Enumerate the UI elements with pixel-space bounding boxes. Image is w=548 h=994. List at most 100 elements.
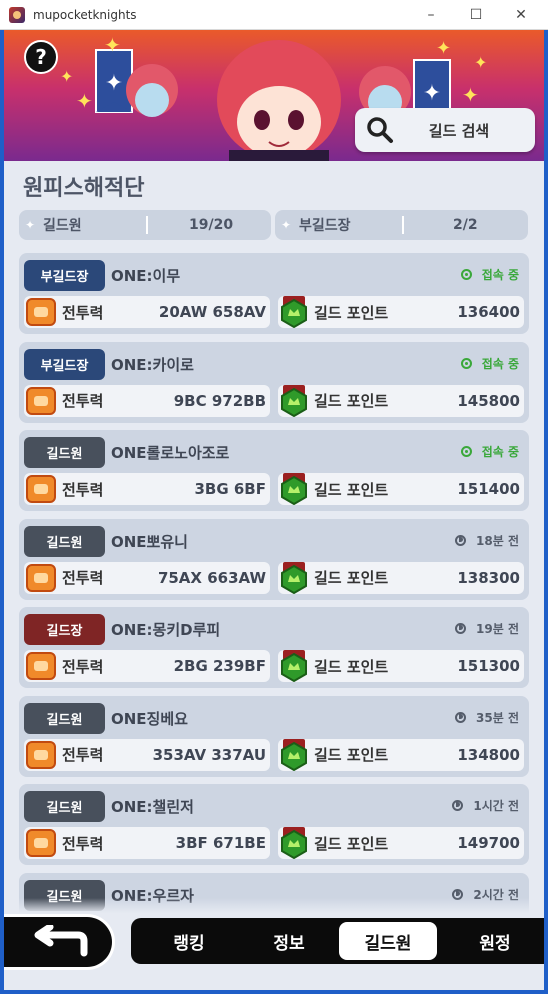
- window-title: mupocketknights: [33, 7, 137, 22]
- member-name: ONE:몽키D루피: [111, 621, 221, 639]
- tab-members[interactable]: 길드원: [339, 922, 437, 960]
- last-seen-icon: [455, 711, 467, 723]
- member-card[interactable]: 부길드장 ONE:이무 접속 중 전투력 20AW 658AV 길드 포인트 136400: [19, 253, 529, 334]
- svg-text:✦: ✦: [76, 89, 93, 113]
- back-button[interactable]: [4, 914, 115, 970]
- guild-points-cell: 길드 포인트 151400: [278, 473, 524, 505]
- combat-power-label: 전투력: [62, 657, 104, 676]
- combat-power-value: 353AV 337AU: [152, 745, 266, 764]
- member-status: 18분 전: [455, 532, 519, 549]
- member-list[interactable]: 부길드장 ONE:이무 접속 중 전투력 20AW 658AV 길드 포인트 136400 부…: [19, 253, 529, 920]
- member-role-badge: 길드원: [24, 702, 105, 734]
- member-status-text: 접속 중: [481, 445, 519, 459]
- guild-points-label: 길드 포인트: [314, 746, 389, 764]
- maximize-button[interactable]: ☐: [453, 0, 499, 30]
- member-status: 접속 중: [460, 266, 519, 283]
- guild-search-label: 길드 검색: [428, 121, 490, 140]
- vice-count-box: ✦ 부길드장 2/2: [275, 210, 528, 240]
- guild-crest-icon: [281, 296, 307, 328]
- guild-points-label: 길드 포인트: [314, 392, 389, 410]
- member-name: ONE:이무: [111, 267, 181, 285]
- member-card[interactable]: 길드원 ONE뽀유니 18분 전 전투력 75AX 663AW 길드 포인트 138300: [19, 518, 529, 600]
- tab-info[interactable]: 정보: [240, 922, 338, 960]
- combat-power-cell: 전투력 3BG 6BF: [24, 473, 270, 505]
- magnifier-icon: [367, 117, 393, 143]
- fist-icon: [26, 829, 56, 857]
- combat-power-label: 전투력: [62, 303, 104, 322]
- app-icon: [9, 6, 25, 23]
- back-arrow-icon: [34, 925, 88, 957]
- member-name: ONE롤로노아조로: [111, 444, 230, 462]
- guild-points-value: 138300: [457, 568, 520, 587]
- member-status: 접속 중: [460, 355, 519, 372]
- combat-power-value: 3BG 6BF: [194, 480, 266, 498]
- guild-name: 원피스해적단: [23, 176, 145, 201]
- combat-power-value: 2BG 239BF: [173, 657, 266, 675]
- member-status-text: 18분 전: [476, 533, 519, 548]
- guild-banner: ✦ ✦ ✦ ✦ ✦ ✦ ✦ ✦ ? 길드 검색: [4, 30, 544, 161]
- fist-icon: [26, 475, 56, 503]
- close-button[interactable]: ✕: [498, 0, 544, 30]
- guild-crest-icon: [281, 650, 307, 682]
- combat-power-cell: 전투력 3BF 671BE: [24, 827, 270, 859]
- member-card[interactable]: 길드장 ONE:몽키D루피 19분 전 전투력 2BG 239BF 길드 포인트 15130…: [19, 607, 529, 688]
- vice-count-value: 2/2: [453, 217, 478, 233]
- member-count-label: 길드원: [43, 218, 82, 234]
- tab-expedition[interactable]: 원정: [446, 922, 544, 960]
- guild-points-value: 149700: [457, 834, 520, 852]
- member-status-text: 접속 중: [481, 268, 519, 282]
- fist-icon: [26, 386, 56, 415]
- game-screen: ✦ ✦ ✦ ✦ ✦ ✦ ✦ ✦ ? 길드 검색 원피스해적단 ✦ 길드원 19/…: [4, 30, 544, 990]
- member-card[interactable]: 길드원 ONE롤로노아조로 접속 중전투력 3BG 6BF 길드 포인트 151400: [19, 430, 529, 511]
- window-titlebar: mupocketknights – ☐ ✕: [0, 0, 548, 30]
- member-name: ONE:카이로: [111, 355, 194, 374]
- svg-text:✦: ✦: [436, 38, 451, 59]
- fist-icon: [26, 563, 56, 592]
- tab-ranking[interactable]: 랭킹: [140, 922, 238, 960]
- guild-points-value: 145800: [457, 391, 520, 410]
- member-role-badge: 부길드장: [24, 260, 105, 291]
- member-status: 1시간 전: [452, 797, 519, 814]
- member-status: 35분 전: [455, 709, 519, 726]
- help-button[interactable]: ?: [24, 40, 58, 74]
- member-role-badge: 길드원: [24, 437, 105, 468]
- star-icon: ✦: [25, 218, 36, 232]
- guild-points-label: 길드 포인트: [314, 834, 389, 853]
- combat-power-label: 전투력: [62, 480, 104, 499]
- guild-points-value: 136400: [457, 303, 520, 321]
- member-name: ONE징베요: [111, 709, 188, 728]
- svg-text:✦: ✦: [104, 33, 121, 57]
- star-icon: ✦: [281, 218, 292, 232]
- svg-text:✦: ✦: [60, 67, 73, 86]
- guild-points-value: 151300: [457, 657, 520, 675]
- online-status-icon: [460, 357, 472, 369]
- minimize-button[interactable]: –: [408, 0, 454, 30]
- guild-points-label: 길드 포인트: [314, 480, 389, 499]
- last-seen-icon: [455, 534, 467, 546]
- combat-power-cell: 전투력 20AW 658AV: [24, 296, 270, 328]
- combat-power-label: 전투력: [62, 392, 104, 410]
- combat-power-cell: 전투력 9BC 972BB: [24, 384, 270, 417]
- guild-points-value: 134800: [457, 745, 520, 764]
- guild-crest-icon: [281, 473, 307, 505]
- combat-power-value: 20AW 658AV: [158, 303, 266, 321]
- online-status-icon: [460, 446, 472, 457]
- member-status: 19분 전: [455, 620, 519, 637]
- member-card[interactable]: 길드원 ONE:챌린저 1시간 전 전투력 3BF 671BE 길드 포인트 149700: [19, 784, 529, 865]
- combat-power-cell: 전투력 75AX 663AW: [24, 561, 270, 594]
- last-seen-icon: [452, 800, 464, 811]
- last-seen-icon: [455, 623, 467, 634]
- fist-icon: [26, 740, 56, 769]
- guild-points-label: 길드 포인트: [314, 657, 389, 676]
- vice-count-label: 부길드장: [299, 218, 351, 234]
- combat-power-label: 전투력: [62, 569, 104, 587]
- member-card[interactable]: 길드원 ONE징베요 35분 전전투력 353AV 337AU 길드 포인트 134800: [19, 695, 529, 777]
- combat-power-label: 전투력: [62, 746, 104, 764]
- guild-points-cell: 길드 포인트 138300: [278, 561, 524, 594]
- member-status-text: 35분 전: [476, 710, 519, 725]
- combat-power-value: 9BC 972BB: [173, 391, 266, 410]
- member-card[interactable]: 부길드장 ONE:카이로 접속 중전투력 9BC 972BB 길드 포인트 145800: [19, 341, 529, 423]
- member-role-badge: 부길드장: [24, 348, 105, 380]
- divider: [402, 216, 404, 234]
- guild-search-button[interactable]: 길드 검색: [355, 108, 535, 152]
